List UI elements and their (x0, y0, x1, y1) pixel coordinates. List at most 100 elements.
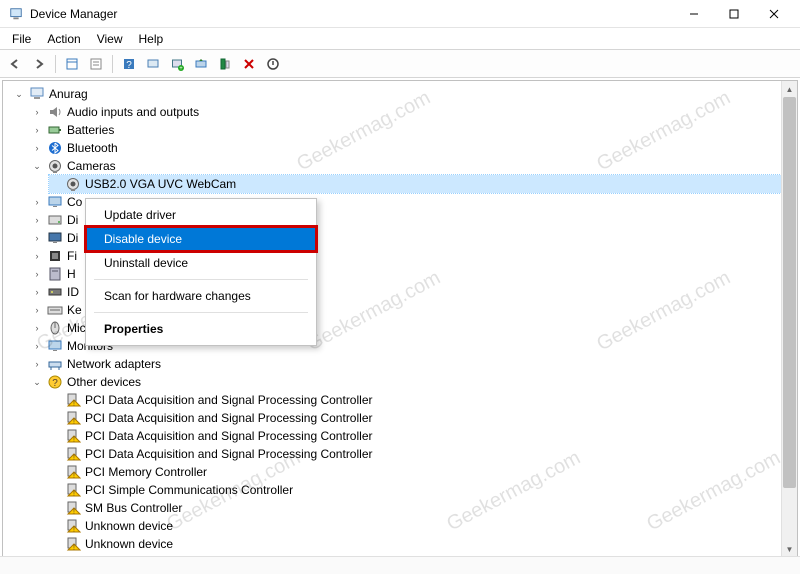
svg-text:?: ? (52, 378, 58, 389)
tree-category[interactable]: ⌄?Other devices (31, 373, 797, 391)
network-icon (47, 356, 63, 372)
tree-device[interactable]: !PCI Data Acquisition and Signal Process… (49, 391, 797, 409)
warning-icon: ! (65, 428, 81, 444)
expander-icon[interactable]: › (31, 106, 43, 118)
camera-icon (47, 158, 63, 174)
tree-item-label: Bluetooth (67, 141, 118, 155)
tree-category[interactable]: ›Batteries (31, 121, 797, 139)
ide-icon (47, 284, 63, 300)
scroll-up-button[interactable]: ▲ (782, 81, 797, 97)
tree-category[interactable]: ›Network adapters (31, 355, 797, 373)
context-menu-item[interactable]: Uninstall device (86, 251, 316, 275)
expander-icon[interactable]: › (31, 196, 43, 208)
expander-icon[interactable]: ⌄ (31, 376, 43, 388)
tree-device[interactable]: !SM Bus Controller (49, 499, 797, 517)
tree-device[interactable]: !PCI Data Acquisition and Signal Process… (49, 427, 797, 445)
show-hidden-button[interactable] (61, 53, 83, 75)
context-menu-item[interactable]: Properties (86, 317, 316, 341)
expander-icon[interactable]: › (31, 124, 43, 136)
expander-icon (49, 430, 61, 442)
tree-device[interactable]: !PCI Data Acquisition and Signal Process… (49, 409, 797, 427)
warning-icon: ! (65, 482, 81, 498)
warning-icon: ! (65, 446, 81, 462)
menu-action[interactable]: Action (39, 30, 88, 48)
tree-device[interactable]: !PCI Memory Controller (49, 463, 797, 481)
hid-icon (47, 266, 63, 282)
expander-icon[interactable]: › (31, 142, 43, 154)
tree-device[interactable]: ! PCI Data Acquisition and Signal Process… (49, 445, 797, 463)
svg-text:!: ! (73, 491, 75, 498)
menu-help[interactable]: Help (131, 30, 172, 48)
context-menu-item[interactable]: Disable device (86, 227, 316, 251)
maximize-button[interactable] (714, 3, 754, 25)
expander-icon[interactable]: › (31, 286, 43, 298)
vertical-scrollbar[interactable]: ▲ ▼ (781, 81, 797, 557)
help-button[interactable]: ? (118, 53, 140, 75)
expander-icon (49, 412, 61, 424)
context-menu-separator (94, 312, 308, 313)
expander-icon[interactable]: › (31, 322, 43, 334)
expander-icon[interactable]: › (31, 214, 43, 226)
tree-device[interactable]: ! PCI Simple Communications Controller (49, 481, 797, 499)
tree-item-label: Anurag (49, 87, 88, 101)
expander-icon[interactable]: ⌄ (13, 88, 25, 100)
computer-icon (29, 86, 45, 102)
expander-icon[interactable]: ⌄ (31, 160, 43, 172)
close-button[interactable] (754, 3, 794, 25)
tree-device[interactable]: !Unknown device (49, 517, 797, 535)
menu-view[interactable]: View (89, 30, 131, 48)
expander-icon (49, 538, 61, 550)
tree-category[interactable]: › Bluetooth (31, 139, 797, 157)
keyboard-icon (47, 302, 63, 318)
speaker-icon (47, 104, 63, 120)
expander-icon[interactable]: › (31, 268, 43, 280)
enable-button[interactable] (262, 53, 284, 75)
tree-item-label: Unknown device (85, 537, 173, 551)
tree-device[interactable]: !Unknown device (49, 535, 797, 553)
display-icon (47, 230, 63, 246)
expander-icon[interactable]: › (31, 340, 43, 352)
tree-item-label: PCI Data Acquisition and Signal Processi… (85, 447, 372, 461)
scroll-thumb[interactable] (783, 97, 796, 488)
tree-root-node[interactable]: ⌄ Anurag (13, 85, 797, 103)
forward-button[interactable] (28, 53, 50, 75)
expander-icon (49, 178, 61, 190)
tree-item-label: Co (67, 195, 82, 209)
add-legacy-button[interactable]: + (166, 53, 188, 75)
svg-text:!: ! (73, 455, 75, 462)
disable-button[interactable] (238, 53, 260, 75)
tree-category[interactable]: ›Audio inputs and outputs (31, 103, 797, 121)
update-driver-button[interactable] (190, 53, 212, 75)
context-menu-separator (94, 279, 308, 280)
tree-item-label: PCI Data Acquisition and Signal Processi… (85, 393, 372, 407)
tree-item-label: Cameras (67, 159, 116, 173)
expander-icon[interactable]: › (31, 304, 43, 316)
warning-icon: ! (65, 518, 81, 534)
monitor-icon (47, 194, 63, 210)
scroll-track[interactable] (782, 97, 797, 541)
tree-item-label: PCI Simple Communications Controller (85, 483, 293, 497)
scan-button[interactable] (142, 53, 164, 75)
tree-item-label: Ke (67, 303, 82, 317)
menubar: File Action View Help (0, 28, 800, 50)
menu-file[interactable]: File (4, 30, 39, 48)
expander-icon (49, 484, 61, 496)
question-icon: ? (47, 374, 63, 390)
context-menu-item[interactable]: Update driver (86, 203, 316, 227)
svg-text:!: ! (73, 527, 75, 534)
properties-button[interactable] (85, 53, 107, 75)
monitor-icon (47, 338, 63, 354)
statusbar (0, 556, 800, 574)
uninstall-button[interactable] (214, 53, 236, 75)
minimize-button[interactable] (674, 3, 714, 25)
expander-icon[interactable]: › (31, 232, 43, 244)
expander-icon[interactable]: › (31, 358, 43, 370)
tree-item-label: ID (67, 285, 79, 299)
tree-device[interactable]: USB2.0 VGA UVC WebCam (49, 175, 797, 193)
tree-category[interactable]: ⌄ Cameras (31, 157, 797, 175)
window-title: Device Manager (30, 7, 117, 21)
context-menu-item[interactable]: Scan for hardware changes (86, 284, 316, 308)
scroll-down-button[interactable]: ▼ (782, 541, 797, 557)
expander-icon[interactable]: › (31, 250, 43, 262)
back-button[interactable] (4, 53, 26, 75)
